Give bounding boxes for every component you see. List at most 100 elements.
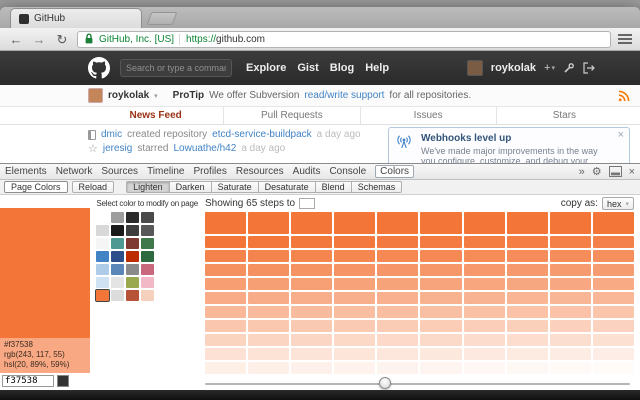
header-nav-blog[interactable]: Blog xyxy=(330,62,354,74)
header-nav-help[interactable]: Help xyxy=(365,62,389,74)
reload-button[interactable]: ↻ xyxy=(54,33,70,46)
devtools-tab-resources[interactable]: Resources xyxy=(236,166,284,177)
palette-swatch[interactable] xyxy=(111,238,125,249)
step-swatch[interactable] xyxy=(420,362,462,375)
step-swatch[interactable] xyxy=(592,212,634,235)
step-swatch[interactable] xyxy=(248,236,290,249)
dock-icon[interactable] xyxy=(608,166,622,177)
rss-icon[interactable] xyxy=(618,90,630,102)
step-swatch[interactable] xyxy=(248,348,290,361)
step-swatch[interactable] xyxy=(291,278,333,291)
step-swatch[interactable] xyxy=(420,306,462,319)
feed-target-link[interactable]: Lowuathe/h42 xyxy=(173,142,236,156)
step-swatch[interactable] xyxy=(334,264,376,277)
step-swatch[interactable] xyxy=(334,212,376,235)
step-swatch[interactable] xyxy=(248,320,290,333)
palette-swatch[interactable] xyxy=(141,251,155,262)
step-swatch[interactable] xyxy=(334,362,376,375)
page-colors-tab[interactable]: Page Colors xyxy=(4,181,68,193)
notice-close-icon[interactable]: × xyxy=(618,129,624,141)
step-swatch[interactable] xyxy=(334,306,376,319)
mode-button-saturate[interactable]: Saturate xyxy=(210,181,259,193)
browser-tab-github[interactable]: GitHub xyxy=(10,8,142,28)
devtools-tab-colors[interactable]: Colors xyxy=(375,165,415,178)
step-swatch[interactable] xyxy=(205,212,247,235)
step-swatch[interactable] xyxy=(463,212,505,235)
step-swatch[interactable] xyxy=(291,212,333,235)
feed-tab-pull-requests[interactable]: Pull Requests xyxy=(223,107,359,124)
step-swatch[interactable] xyxy=(420,236,462,249)
step-swatch[interactable] xyxy=(463,292,505,305)
mode-button-lighten[interactable]: Lighten xyxy=(126,181,170,193)
step-swatch[interactable] xyxy=(334,348,376,361)
overflow-chevrons-icon[interactable]: » xyxy=(579,166,585,178)
context-username[interactable]: roykolak xyxy=(108,90,149,101)
step-swatch[interactable] xyxy=(291,348,333,361)
sign-out-icon[interactable] xyxy=(583,62,595,74)
step-swatch[interactable] xyxy=(592,362,634,375)
context-avatar[interactable] xyxy=(88,88,103,103)
step-swatch[interactable] xyxy=(592,348,634,361)
step-swatch[interactable] xyxy=(205,348,247,361)
step-swatch[interactable] xyxy=(592,278,634,291)
feed-tab-news-feed[interactable]: News Feed xyxy=(88,107,223,124)
user-avatar[interactable] xyxy=(466,60,483,76)
new-tab-button[interactable] xyxy=(146,12,178,25)
step-swatch[interactable] xyxy=(420,264,462,277)
slider-handle[interactable] xyxy=(379,377,392,390)
step-swatch[interactable] xyxy=(205,278,247,291)
palette-swatch[interactable] xyxy=(96,251,110,262)
step-swatch[interactable] xyxy=(377,264,419,277)
step-swatch[interactable] xyxy=(592,236,634,249)
devtools-tab-elements[interactable]: Elements xyxy=(5,166,47,177)
step-swatch[interactable] xyxy=(248,250,290,263)
address-bar[interactable]: GitHub, Inc. [US] https:// github.com xyxy=(77,30,611,48)
devtools-close-icon[interactable]: × xyxy=(629,166,635,178)
settings-gear-icon[interactable]: ⚙ xyxy=(592,165,602,178)
step-swatch[interactable] xyxy=(420,212,462,235)
step-swatch[interactable] xyxy=(291,320,333,333)
palette-swatch[interactable] xyxy=(141,238,155,249)
step-swatch[interactable] xyxy=(592,250,634,263)
feed-tab-issues[interactable]: Issues xyxy=(359,107,496,124)
step-swatch[interactable] xyxy=(205,334,247,347)
step-swatch[interactable] xyxy=(549,250,591,263)
feed-target-link[interactable]: etcd-service-buildpack xyxy=(212,128,312,142)
step-swatch[interactable] xyxy=(549,292,591,305)
step-swatch[interactable] xyxy=(549,264,591,277)
palette-swatch[interactable] xyxy=(111,251,125,262)
step-swatch[interactable] xyxy=(506,278,548,291)
forward-button[interactable]: → xyxy=(31,33,47,46)
step-swatch[interactable] xyxy=(248,212,290,235)
step-swatch[interactable] xyxy=(463,236,505,249)
hex-input[interactable] xyxy=(2,375,54,387)
devtools-tab-audits[interactable]: Audits xyxy=(293,166,321,177)
step-swatch[interactable] xyxy=(377,362,419,375)
step-swatch[interactable] xyxy=(205,306,247,319)
step-swatch[interactable] xyxy=(506,362,548,375)
palette-swatch[interactable] xyxy=(126,290,140,301)
step-swatch[interactable] xyxy=(463,306,505,319)
step-swatch[interactable] xyxy=(205,292,247,305)
mode-button-darken[interactable]: Darken xyxy=(168,181,212,193)
devtools-tab-console[interactable]: Console xyxy=(329,166,366,177)
palette-swatch[interactable] xyxy=(126,251,140,262)
palette-swatch[interactable] xyxy=(141,225,155,236)
step-swatch[interactable] xyxy=(205,236,247,249)
github-search-input[interactable] xyxy=(120,59,232,77)
step-swatch[interactable] xyxy=(248,264,290,277)
step-swatch[interactable] xyxy=(377,306,419,319)
step-swatch[interactable] xyxy=(420,348,462,361)
step-swatch[interactable] xyxy=(334,334,376,347)
step-swatch[interactable] xyxy=(549,278,591,291)
step-swatch[interactable] xyxy=(506,348,548,361)
step-swatch[interactable] xyxy=(592,292,634,305)
palette-swatch[interactable] xyxy=(96,238,110,249)
reload-colors-button[interactable]: Reload xyxy=(71,181,115,193)
palette-swatch[interactable] xyxy=(126,225,140,236)
slider-track[interactable] xyxy=(205,383,630,386)
step-swatch[interactable] xyxy=(506,250,548,263)
palette-swatch[interactable] xyxy=(96,225,110,236)
palette-swatch[interactable] xyxy=(111,225,125,236)
palette-swatch[interactable] xyxy=(126,277,140,288)
